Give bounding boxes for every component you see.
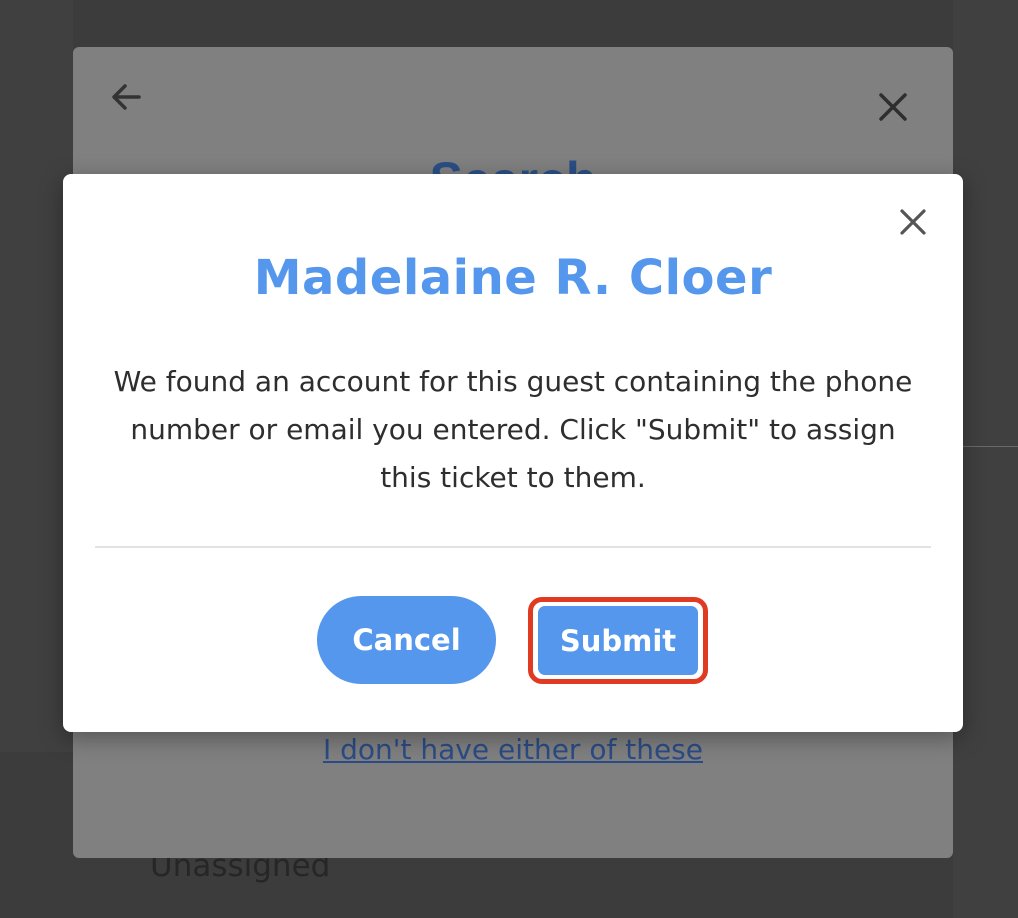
background-dialog-title: Search (73, 145, 953, 177)
close-icon[interactable] (873, 87, 913, 127)
submit-button[interactable]: Submit (538, 606, 698, 675)
account-found-message: We found an account for this guest conta… (113, 365, 913, 494)
close-icon[interactable] (895, 204, 931, 240)
arrow-left-icon[interactable] (107, 77, 147, 117)
account-found-modal: Madelaine R. Cloer We found an account f… (63, 174, 963, 732)
guest-name-title: Madelaine R. Cloer (253, 250, 773, 306)
cancel-button[interactable]: Cancel (317, 596, 496, 684)
background-divider (963, 446, 1018, 447)
no-contact-link[interactable]: I don't have either of these (73, 733, 953, 766)
modal-divider (95, 546, 931, 548)
